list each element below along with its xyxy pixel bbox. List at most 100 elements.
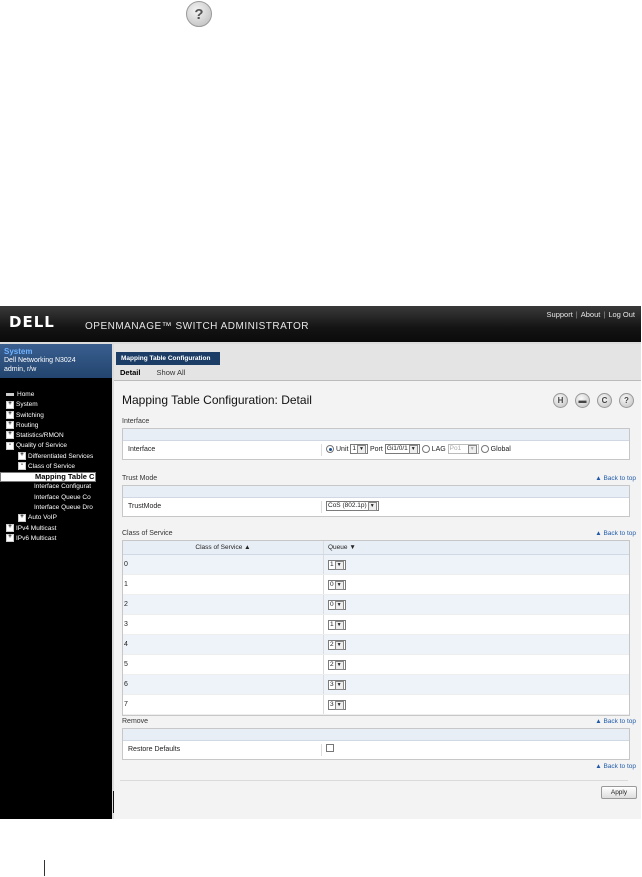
restore-defaults-checkbox[interactable] — [326, 744, 334, 752]
user-info: admin, r/w — [4, 366, 37, 373]
support-link[interactable]: Support — [547, 310, 573, 319]
queue-cell: 2 ▼ — [323, 654, 629, 675]
queue-value: 0 — [330, 580, 334, 588]
chevron-down-icon: ▼ — [334, 620, 344, 630]
cos-value: 1 — [123, 574, 324, 595]
sidebar-item[interactable]: Interface Queue Co — [0, 493, 112, 503]
unit-select[interactable]: 1 ▼ — [350, 444, 369, 454]
sidebar-item-label: IPv6 Multicast — [16, 534, 57, 542]
sidebar-item[interactable]: Interface Queue Dro — [0, 503, 112, 513]
sidebar-item-label: Interface Configurat — [34, 483, 92, 491]
sidebar-item-label: Mapping Table C — [35, 472, 95, 482]
back-to-top-link[interactable]: ▲ Back to top — [595, 475, 636, 482]
expand-icon[interactable]: + — [6, 523, 14, 532]
trust-label: TrustMode — [128, 503, 162, 510]
chevron-down-icon: ▼ — [334, 640, 344, 650]
sidebar-item[interactable]: + IPv4 Multicast — [0, 523, 112, 534]
logout-link[interactable]: Log Out — [608, 310, 635, 319]
sidebar-item[interactable]: + Switching — [0, 410, 112, 421]
back-to-top-link[interactable]: ▲ Back to top — [595, 763, 636, 770]
queue-select[interactable]: 0 ▼ — [328, 599, 346, 610]
tab-mapping-table[interactable]: Mapping Table Configuration — [116, 352, 221, 365]
system-header: System Dell Networking N3024 admin, r/w — [0, 344, 112, 378]
unit-radio[interactable] — [326, 445, 334, 453]
expand-icon[interactable]: + — [18, 452, 26, 461]
interface-panel: Interface Unit 1 ▼ Port Gi1/0/1 ▼ LAG Po1 … — [122, 428, 630, 460]
help-icon[interactable]: ? — [186, 1, 212, 27]
save-icon[interactable]: H — [553, 393, 568, 408]
device-name: Dell Networking N3024 — [4, 357, 76, 364]
dell-logo: DELL — [9, 313, 55, 331]
cos-value: 7 — [123, 694, 324, 715]
trust-row: TrustMode CoS (802.1p) ▼ — [123, 498, 629, 516]
queue-select[interactable]: 2 ▼ — [328, 639, 346, 650]
sidebar-item[interactable]: - Class of Service — [0, 462, 112, 472]
sidebar-item[interactable]: + Differentiated Services — [0, 452, 112, 462]
divider — [120, 780, 628, 781]
queue-column-header[interactable]: Queue ▼ — [323, 541, 629, 555]
nav-tree: Home + System + Switching + Routing + Statistics… — [0, 390, 112, 544]
interface-row: Interface Unit 1 ▼ Port Gi1/0/1 ▼ LAG Po1 … — [123, 441, 629, 459]
queue-select[interactable]: 3 ▼ — [328, 699, 346, 710]
sidebar-item[interactable]: - Quality of Service — [0, 441, 112, 451]
sidebar-item[interactable]: + Auto VoIP — [0, 513, 112, 523]
sidebar-item-label: Routing — [16, 421, 39, 429]
trust-select[interactable]: CoS (802.1p) ▼ — [326, 501, 379, 511]
queue-cell: 0 ▼ — [323, 574, 629, 595]
subtab-detail[interactable]: Detail — [120, 368, 140, 377]
sidebar-item[interactable]: + Routing — [0, 421, 112, 431]
print-icon[interactable]: ▬ — [575, 393, 590, 408]
sidebar-item-label: Statistics/RMON — [16, 432, 64, 440]
sidebar: System Dell Networking N3024 admin, r/w … — [0, 344, 112, 819]
restore-row: Restore Defaults — [123, 741, 629, 759]
trust-controls: CoS (802.1p) ▼ — [321, 501, 379, 513]
screenshot-frame: DELL OPENMANAGE™ SWITCH ADMINISTRATOR Su… — [0, 306, 641, 819]
help-icon[interactable]: ? — [619, 393, 634, 408]
collapse-icon[interactable]: - — [18, 462, 26, 471]
sidebar-item[interactable]: Interface Configurat — [0, 482, 112, 492]
cos-value: 3 — [123, 614, 324, 635]
queue-value: 2 — [330, 660, 334, 668]
queue-select[interactable]: 3 ▼ — [328, 679, 346, 690]
queue-select[interactable]: 0 ▼ — [328, 579, 346, 590]
sidebar-item[interactable]: Home — [0, 390, 112, 400]
chevron-down-icon: ▼ — [334, 700, 344, 710]
chevron-down-icon: ▼ — [334, 560, 344, 570]
queue-select[interactable]: 1 ▼ — [328, 559, 346, 570]
refresh-icon[interactable]: C — [597, 393, 612, 408]
expand-icon[interactable]: + — [6, 400, 14, 409]
chevron-down-icon: ▼ — [357, 445, 367, 454]
sidebar-item-label: Interface Queue Co — [34, 493, 91, 501]
back-to-top-link[interactable]: ▲ Back to top — [595, 718, 636, 725]
trust-section-label: Trust Mode — [122, 475, 158, 482]
sidebar-item[interactable]: + Statistics/RMON — [0, 431, 112, 441]
expand-icon[interactable]: + — [18, 513, 26, 522]
sidebar-item[interactable]: Mapping Table C — [0, 472, 97, 483]
expand-icon[interactable]: + — [6, 431, 14, 440]
expand-icon[interactable]: + — [6, 410, 14, 419]
port-select[interactable]: Gi1/0/1 ▼ — [384, 444, 420, 454]
queue-cell: 1 ▼ — [323, 614, 629, 635]
system-title[interactable]: System — [4, 347, 108, 356]
cos-column-header[interactable]: Class of Service ▲ — [123, 541, 324, 555]
subtab-show-all[interactable]: Show All — [157, 368, 186, 377]
sidebar-item[interactable]: + IPv6 Multicast — [0, 534, 112, 544]
lag-select[interactable]: Po1 ▼ — [447, 444, 479, 454]
queue-select[interactable]: 2 ▼ — [328, 659, 346, 670]
cos-value: 2 — [123, 594, 324, 615]
about-link[interactable]: About — [581, 310, 601, 319]
expand-icon[interactable]: + — [6, 421, 14, 430]
tab-bar: Mapping Table Configuration Detail Show … — [114, 344, 641, 381]
chevron-down-icon: ▼ — [467, 445, 477, 454]
back-to-top-link[interactable]: ▲ Back to top — [595, 530, 636, 537]
expand-icon[interactable]: + — [6, 534, 14, 543]
remove-panel: Restore Defaults — [122, 728, 630, 760]
global-radio[interactable] — [480, 445, 489, 453]
lag-radio[interactable] — [421, 445, 430, 453]
collapse-icon[interactable]: - — [6, 441, 14, 450]
apply-button[interactable]: Apply — [601, 786, 637, 799]
sidebar-item[interactable]: + System — [0, 400, 112, 410]
table-row: 0 1 ▼ — [123, 554, 629, 575]
sidebar-item-label: Interface Queue Dro — [34, 503, 93, 511]
queue-select[interactable]: 1 ▼ — [328, 619, 346, 630]
